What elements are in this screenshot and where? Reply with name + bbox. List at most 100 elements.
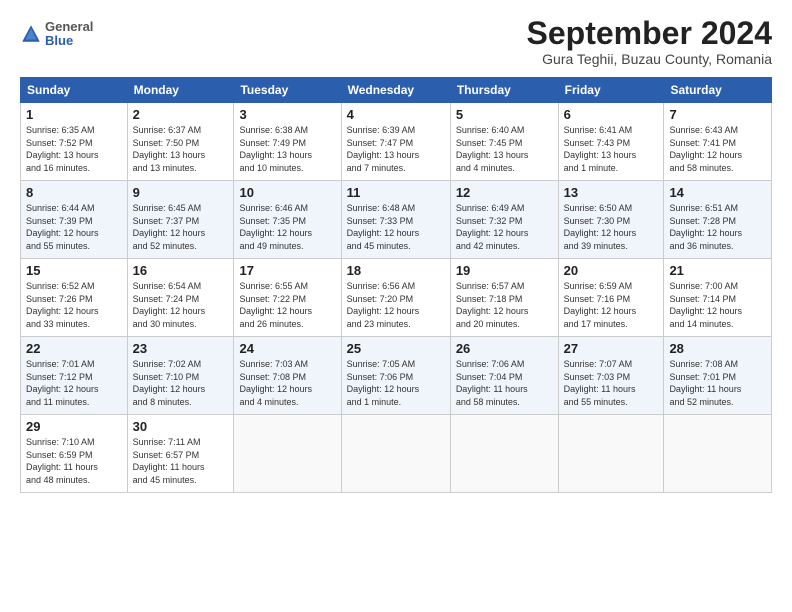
day-number: 2 (133, 107, 229, 122)
day-info: Sunrise: 6:37 AMSunset: 7:50 PMDaylight:… (133, 124, 229, 174)
day-number: 5 (456, 107, 553, 122)
day-number: 23 (133, 341, 229, 356)
day-number: 24 (239, 341, 335, 356)
day-number: 27 (564, 341, 659, 356)
week-row-5: 29Sunrise: 7:10 AMSunset: 6:59 PMDayligh… (21, 415, 772, 493)
page-container: General Blue September 2024 Gura Teghii,… (0, 0, 792, 503)
logo-general: General (45, 20, 93, 34)
logo-icon (20, 23, 42, 45)
calendar-cell: 15Sunrise: 6:52 AMSunset: 7:26 PMDayligh… (21, 259, 128, 337)
day-info: Sunrise: 6:56 AMSunset: 7:20 PMDaylight:… (347, 280, 445, 330)
day-number: 7 (669, 107, 766, 122)
day-number: 12 (456, 185, 553, 200)
day-info: Sunrise: 6:41 AMSunset: 7:43 PMDaylight:… (564, 124, 659, 174)
calendar-cell: 2 Sunrise: 6:37 AMSunset: 7:50 PMDaylight… (127, 103, 234, 181)
calendar-cell: 23 Sunrise: 7:02 AMSunset: 7:10 PMDayligh… (127, 337, 234, 415)
day-info: Sunrise: 6:45 AMSunset: 7:37 PMDaylight:… (133, 202, 229, 252)
calendar-cell: 7Sunrise: 6:43 AMSunset: 7:41 PMDaylight… (664, 103, 772, 181)
day-info: Sunrise: 7:10 AMSunset: 6:59 PMDaylight:… (26, 436, 122, 486)
day-info: Sunrise: 6:49 AMSunset: 7:32 PMDaylight:… (456, 202, 553, 252)
calendar-cell: 29Sunrise: 7:10 AMSunset: 6:59 PMDayligh… (21, 415, 128, 493)
day-number: 9 (133, 185, 229, 200)
logo-text: General Blue (45, 20, 93, 49)
week-row-4: 22 Sunrise: 7:01 AMSunset: 7:12 PMDayligh… (21, 337, 772, 415)
calendar-cell: 5 Sunrise: 6:40 AMSunset: 7:45 PMDaylight… (450, 103, 558, 181)
day-info: Sunrise: 7:00 AMSunset: 7:14 PMDaylight:… (669, 280, 766, 330)
col-sunday: Sunday (21, 78, 128, 103)
col-monday: Monday (127, 78, 234, 103)
day-number: 28 (669, 341, 766, 356)
calendar-cell: 17 Sunrise: 6:55 AMSunset: 7:22 PMDayligh… (234, 259, 341, 337)
day-info: Sunrise: 6:59 AMSunset: 7:16 PMDaylight:… (564, 280, 659, 330)
calendar-cell: 8Sunrise: 6:44 AMSunset: 7:39 PMDaylight… (21, 181, 128, 259)
day-number: 20 (564, 263, 659, 278)
day-info: Sunrise: 6:54 AMSunset: 7:24 PMDaylight:… (133, 280, 229, 330)
calendar-cell: 13 Sunrise: 6:50 AMSunset: 7:30 PMDayligh… (558, 181, 664, 259)
col-friday: Friday (558, 78, 664, 103)
day-info: Sunrise: 7:03 AMSunset: 7:08 PMDaylight:… (239, 358, 335, 408)
day-number: 13 (564, 185, 659, 200)
week-row-3: 15Sunrise: 6:52 AMSunset: 7:26 PMDayligh… (21, 259, 772, 337)
day-info: Sunrise: 7:01 AMSunset: 7:12 PMDaylight:… (26, 358, 122, 408)
col-saturday: Saturday (664, 78, 772, 103)
col-thursday: Thursday (450, 78, 558, 103)
week-row-2: 8Sunrise: 6:44 AMSunset: 7:39 PMDaylight… (21, 181, 772, 259)
day-info: Sunrise: 6:44 AMSunset: 7:39 PMDaylight:… (26, 202, 122, 252)
calendar-cell (234, 415, 341, 493)
day-info: Sunrise: 7:02 AMSunset: 7:10 PMDaylight:… (133, 358, 229, 408)
day-info: Sunrise: 6:55 AMSunset: 7:22 PMDaylight:… (239, 280, 335, 330)
day-number: 25 (347, 341, 445, 356)
day-info: Sunrise: 6:50 AMSunset: 7:30 PMDaylight:… (564, 202, 659, 252)
day-number: 18 (347, 263, 445, 278)
week-row-1: 1Sunrise: 6:35 AMSunset: 7:52 PMDaylight… (21, 103, 772, 181)
calendar-cell (450, 415, 558, 493)
header: General Blue September 2024 Gura Teghii,… (20, 16, 772, 67)
calendar-cell: 12 Sunrise: 6:49 AMSunset: 7:32 PMDayligh… (450, 181, 558, 259)
day-number: 16 (133, 263, 229, 278)
day-info: Sunrise: 6:40 AMSunset: 7:45 PMDaylight:… (456, 124, 553, 174)
calendar-cell: 27 Sunrise: 7:07 AMSunset: 7:03 PMDayligh… (558, 337, 664, 415)
calendar-cell: 1Sunrise: 6:35 AMSunset: 7:52 PMDaylight… (21, 103, 128, 181)
day-info: Sunrise: 6:57 AMSunset: 7:18 PMDaylight:… (456, 280, 553, 330)
day-info: Sunrise: 6:48 AMSunset: 7:33 PMDaylight:… (347, 202, 445, 252)
calendar-cell: 18 Sunrise: 6:56 AMSunset: 7:20 PMDayligh… (341, 259, 450, 337)
calendar-cell: 26 Sunrise: 7:06 AMSunset: 7:04 PMDayligh… (450, 337, 558, 415)
calendar-table: Sunday Monday Tuesday Wednesday Thursday… (20, 77, 772, 493)
calendar-cell: 20 Sunrise: 6:59 AMSunset: 7:16 PMDayligh… (558, 259, 664, 337)
calendar-cell: 3 Sunrise: 6:38 AMSunset: 7:49 PMDaylight… (234, 103, 341, 181)
day-info: Sunrise: 7:07 AMSunset: 7:03 PMDaylight:… (564, 358, 659, 408)
calendar-cell: 25 Sunrise: 7:05 AMSunset: 7:06 PMDayligh… (341, 337, 450, 415)
day-info: Sunrise: 7:06 AMSunset: 7:04 PMDaylight:… (456, 358, 553, 408)
day-number: 17 (239, 263, 335, 278)
day-info: Sunrise: 7:05 AMSunset: 7:06 PMDaylight:… (347, 358, 445, 408)
calendar-cell: 22 Sunrise: 7:01 AMSunset: 7:12 PMDayligh… (21, 337, 128, 415)
day-number: 21 (669, 263, 766, 278)
day-number: 4 (347, 107, 445, 122)
calendar-cell: 16 Sunrise: 6:54 AMSunset: 7:24 PMDayligh… (127, 259, 234, 337)
day-info: Sunrise: 7:11 AMSunset: 6:57 PMDaylight:… (133, 436, 229, 486)
day-number: 14 (669, 185, 766, 200)
calendar-cell: 9 Sunrise: 6:45 AMSunset: 7:37 PMDaylight… (127, 181, 234, 259)
calendar-cell: 4Sunrise: 6:39 AMSunset: 7:47 PMDaylight… (341, 103, 450, 181)
day-info: Sunrise: 6:46 AMSunset: 7:35 PMDaylight:… (239, 202, 335, 252)
day-info: Sunrise: 6:38 AMSunset: 7:49 PMDaylight:… (239, 124, 335, 174)
calendar-cell: 14 Sunrise: 6:51 AMSunset: 7:28 PMDayligh… (664, 181, 772, 259)
calendar-cell (664, 415, 772, 493)
col-tuesday: Tuesday (234, 78, 341, 103)
calendar-cell: 11 Sunrise: 6:48 AMSunset: 7:33 PMDayligh… (341, 181, 450, 259)
calendar-cell: 10Sunrise: 6:46 AMSunset: 7:35 PMDayligh… (234, 181, 341, 259)
day-info: Sunrise: 7:08 AMSunset: 7:01 PMDaylight:… (669, 358, 766, 408)
calendar-cell (558, 415, 664, 493)
day-info: Sunrise: 6:51 AMSunset: 7:28 PMDaylight:… (669, 202, 766, 252)
day-number: 6 (564, 107, 659, 122)
day-number: 26 (456, 341, 553, 356)
day-number: 19 (456, 263, 553, 278)
day-info: Sunrise: 6:35 AMSunset: 7:52 PMDaylight:… (26, 124, 122, 174)
day-number: 11 (347, 185, 445, 200)
day-number: 22 (26, 341, 122, 356)
logo-blue: Blue (45, 34, 93, 48)
day-number: 3 (239, 107, 335, 122)
col-wednesday: Wednesday (341, 78, 450, 103)
day-info: Sunrise: 6:52 AMSunset: 7:26 PMDaylight:… (26, 280, 122, 330)
month-title: September 2024 (527, 16, 772, 51)
